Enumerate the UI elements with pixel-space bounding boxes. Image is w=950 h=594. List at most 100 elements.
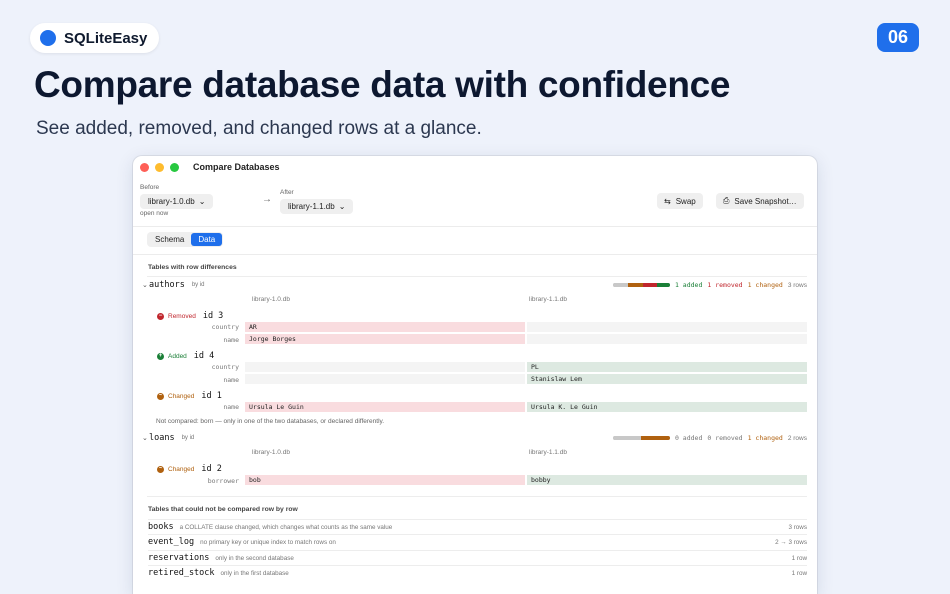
row-added-id4: + Added id 4 xyxy=(157,351,214,361)
brand-name: SQLiteEasy xyxy=(64,29,148,47)
table-header-loans[interactable]: ⌄ loans by id 0 added 0 removed 1 change… xyxy=(142,432,807,444)
diff-bar xyxy=(612,436,670,440)
column-header-after: library-1.1.db xyxy=(529,449,567,456)
status-label: Changed xyxy=(168,465,195,473)
row-changed-id1: ~ Changed id 1 xyxy=(157,391,222,401)
swap-button[interactable]: ⇆ Swap xyxy=(657,193,703,209)
status-label: Removed xyxy=(168,312,196,320)
cell-before: bob xyxy=(245,475,525,485)
bar-changed xyxy=(641,436,670,440)
after-label: After xyxy=(280,189,294,196)
table-key: by id xyxy=(191,282,205,288)
table-name: authors xyxy=(149,280,185,290)
field-name: country xyxy=(211,323,239,331)
titlebar: Compare Databases xyxy=(133,156,817,178)
before-note: open now xyxy=(140,210,169,217)
table-name: reservations xyxy=(148,553,210,563)
field-name: name xyxy=(223,336,239,344)
table-name: loans xyxy=(149,433,175,443)
divider xyxy=(147,276,807,277)
changed-circle-icon: ~ xyxy=(157,392,164,400)
cell-before: AR xyxy=(245,322,525,332)
removed-count: 1 removed xyxy=(707,281,743,289)
subheadline: See added, removed, and changed rows at … xyxy=(36,118,482,139)
uncomparable-row[interactable]: event_log no primary key or unique index… xyxy=(148,534,807,549)
row-changed-id2: ~ Changed id 2 xyxy=(157,464,222,474)
not-compared-note: Not compared: born — only in one of the … xyxy=(156,418,385,425)
before-db-value: library-1.0.db xyxy=(148,197,195,206)
bar-added xyxy=(657,283,670,287)
save-snapshot-button[interactable]: ⎙ Save Snapshot… xyxy=(716,193,804,209)
table-name: retired_stock xyxy=(148,568,215,578)
view-segmented-control: Schema Data xyxy=(147,232,224,247)
brand-logo-icon xyxy=(40,30,56,46)
section-uncomparable: Tables that could not be compared row by… xyxy=(148,506,298,513)
added-count: 1 added xyxy=(674,281,703,289)
cell-before: Jorge Borges xyxy=(245,334,525,344)
row-id: id 4 xyxy=(193,351,215,361)
changed-count: 1 changed xyxy=(747,434,783,442)
swap-label: Swap xyxy=(675,196,696,206)
uncomparable-row[interactable]: reservations only in the second database… xyxy=(148,550,807,565)
section-row-differences: Tables with row differences xyxy=(148,264,237,271)
minimize-window-button[interactable] xyxy=(155,162,164,172)
chevron-down-icon[interactable]: ⌄ xyxy=(142,281,149,289)
before-label: Before xyxy=(140,184,160,191)
chevron-down-icon: ⌄ xyxy=(198,197,206,206)
added-count: 0 added xyxy=(674,434,703,442)
brand-pill: SQLiteEasy xyxy=(30,23,160,53)
snapshot-icon: ⎙ xyxy=(723,196,730,205)
uncomparable-row[interactable]: books a COLLATE clause changed, which ch… xyxy=(148,519,807,534)
row-count: 2 → 3 rows xyxy=(775,538,807,546)
row-count: 3 rows xyxy=(787,281,807,289)
table-name: books xyxy=(148,522,174,532)
cell-before: Ursula Le Guin xyxy=(245,402,525,412)
cell-after-empty xyxy=(527,322,807,332)
cell-after-empty xyxy=(527,334,807,344)
field-name: name xyxy=(223,376,239,384)
bar-changed xyxy=(627,283,643,287)
cell-after: PL xyxy=(527,362,807,372)
diff-bar xyxy=(612,283,670,287)
row-count: 2 rows xyxy=(787,434,807,442)
bar-unchanged xyxy=(612,436,642,440)
cell-after: Stanislaw Lem xyxy=(527,374,807,384)
arrow-right-icon: → xyxy=(262,194,272,205)
tab-schema[interactable]: Schema xyxy=(148,233,191,246)
field-name: name xyxy=(223,403,239,411)
status-label: Changed xyxy=(168,392,195,400)
close-window-button[interactable] xyxy=(140,162,149,172)
cell-after: bobby xyxy=(527,475,807,485)
cell-before-empty xyxy=(245,362,525,372)
before-db-select[interactable]: library-1.0.db ⌄ xyxy=(140,194,214,209)
toolbar-divider xyxy=(133,226,817,227)
minus-circle-icon: − xyxy=(157,312,164,320)
table-reason: no primary key or unique index to match … xyxy=(200,538,336,546)
divider xyxy=(147,496,807,497)
field-name: borrower xyxy=(207,477,239,485)
status-label: Added xyxy=(168,352,187,360)
removed-count: 0 removed xyxy=(707,434,743,442)
row-id: id 3 xyxy=(202,311,224,321)
tabs-divider xyxy=(133,254,817,255)
tab-data[interactable]: Data xyxy=(191,233,223,246)
column-header-before: library-1.0.db xyxy=(252,296,290,303)
after-db-select[interactable]: library-1.1.db ⌄ xyxy=(280,199,354,214)
zoom-window-button[interactable] xyxy=(170,162,179,172)
uncomparable-row[interactable]: retired_stock only in the first database… xyxy=(148,565,807,580)
table-reason: only in the first database xyxy=(220,569,289,577)
cell-before-empty xyxy=(245,374,525,384)
chevron-down-icon[interactable]: ⌄ xyxy=(142,434,149,442)
column-header-before: library-1.0.db xyxy=(252,449,290,456)
row-id: id 1 xyxy=(201,391,222,401)
plus-circle-icon: + xyxy=(157,352,164,360)
table-reason: only in the second database xyxy=(215,554,294,562)
row-id: id 2 xyxy=(201,464,222,474)
table-name: event_log xyxy=(148,537,195,547)
bar-removed xyxy=(642,283,658,287)
table-header-authors[interactable]: ⌄ authors by id 1 added 1 removed 1 chan… xyxy=(142,279,807,291)
changed-circle-icon: ~ xyxy=(157,465,164,473)
changed-count: 1 changed xyxy=(747,281,783,289)
bar-unchanged xyxy=(612,283,628,287)
column-header-after: library-1.1.db xyxy=(529,296,567,303)
